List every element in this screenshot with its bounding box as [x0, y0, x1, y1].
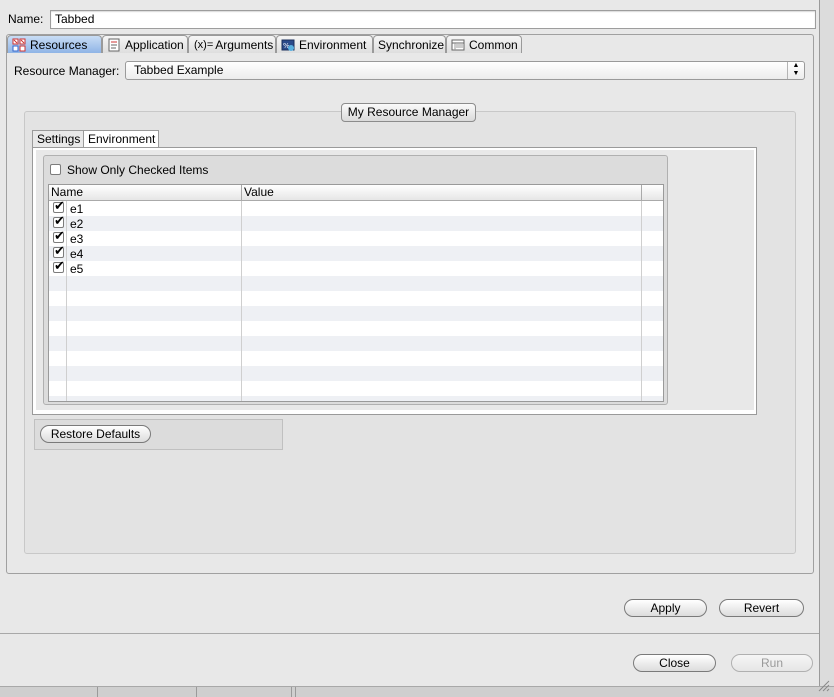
tab-label: Application [125, 37, 184, 52]
resources-icon [12, 38, 26, 52]
tab-label: Environment [299, 37, 367, 52]
apply-button[interactable]: Apply [624, 599, 707, 617]
tab-label: Arguments [215, 37, 274, 52]
row-name: e2 [70, 217, 84, 231]
run-button[interactable]: Run [731, 654, 813, 672]
table-row [49, 336, 663, 351]
row-name: e1 [70, 202, 84, 216]
table-row [49, 216, 663, 231]
column-header-name[interactable]: Name [49, 185, 242, 200]
tab-synchronize[interactable]: Synchronize [373, 35, 446, 53]
table-row [49, 396, 663, 401]
table-row [49, 246, 663, 261]
application-icon [107, 38, 121, 52]
column-header-value[interactable]: Value [242, 185, 642, 200]
tab-label: Resources [30, 37, 88, 52]
name-label: Name: [8, 12, 44, 26]
table-header: Name Value [49, 185, 663, 201]
row-checkbox[interactable] [53, 259, 65, 274]
resource-manager-value: Tabbed Example [134, 63, 224, 77]
revert-button[interactable]: Revert [719, 599, 804, 617]
tab-resources[interactable]: Resources [7, 35, 102, 53]
show-only-checked-checkbox[interactable] [50, 164, 61, 175]
divider [0, 633, 819, 634]
environment-icon: % [281, 38, 295, 52]
table-row [49, 276, 663, 291]
table-row [49, 366, 663, 381]
row-name: e5 [70, 262, 84, 276]
tab-label: Common [469, 37, 518, 52]
row-checkbox[interactable] [53, 229, 65, 244]
tab-environment-inner[interactable]: Environment [83, 130, 159, 147]
window-edge [819, 0, 834, 696]
group-title: My Resource Manager [341, 103, 476, 122]
tab-application[interactable]: Application [102, 35, 188, 53]
chevron-updown-icon: ▲ ▼ [787, 62, 804, 79]
tab-arguments[interactable]: (x)= Arguments [188, 35, 276, 53]
show-only-checked-label: Show Only Checked Items [67, 163, 209, 177]
resource-manager-select[interactable]: Tabbed Example ▲ ▼ [125, 61, 805, 80]
tab-label: Synchronize [378, 37, 445, 52]
arguments-icon: (x)= [194, 38, 214, 51]
name-field[interactable]: Tabbed [50, 10, 816, 29]
environment-table: Name Value e1 e2 e3 e4 e5 [48, 184, 664, 402]
row-checkbox[interactable] [53, 199, 65, 214]
column-divider [241, 185, 242, 401]
resize-grip-icon[interactable] [818, 680, 830, 692]
table-row [49, 306, 663, 321]
close-button[interactable]: Close [633, 654, 716, 672]
restore-defaults-button[interactable]: Restore Defaults [40, 425, 151, 443]
row-name: e3 [70, 232, 84, 246]
row-name: e4 [70, 247, 84, 261]
column-divider [641, 185, 642, 401]
column-divider [66, 185, 67, 401]
row-checkbox[interactable] [53, 214, 65, 229]
resource-manager-label: Resource Manager: [14, 64, 120, 78]
tab-environment[interactable]: % Environment [276, 35, 373, 53]
common-icon [451, 38, 465, 52]
row-checkbox[interactable] [53, 244, 65, 259]
tab-settings[interactable]: Settings [32, 130, 84, 147]
tab-common[interactable]: Common [446, 35, 522, 53]
status-strip [0, 686, 834, 697]
